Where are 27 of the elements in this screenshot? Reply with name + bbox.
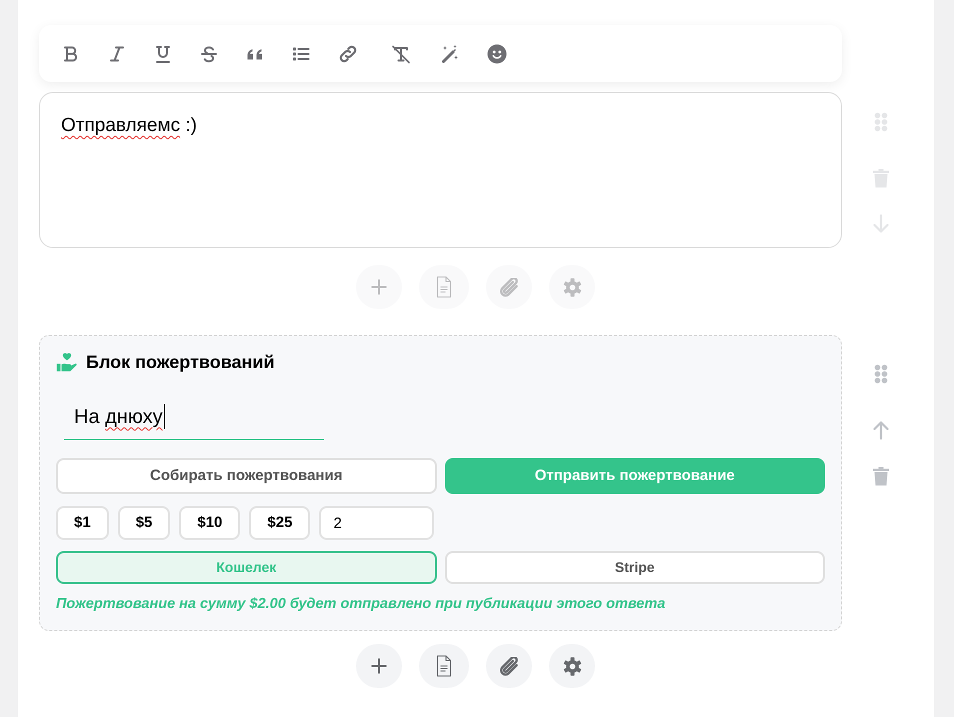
- add-block-button[interactable]: [356, 644, 402, 688]
- block-title: Блок пожертвований: [86, 351, 275, 373]
- payment-method-button[interactable]: Stripe: [444, 551, 825, 584]
- drag-handle-icon[interactable]: [874, 112, 888, 132]
- italic-icon[interactable]: [107, 44, 127, 64]
- donation-note: Пожертвование на сумму $2.00 будет отправлено при публикации этого ответа: [56, 595, 666, 613]
- magic-wand-icon[interactable]: [440, 44, 460, 64]
- mode-button[interactable]: Собирать пожертвования: [56, 458, 436, 494]
- text-input[interactable]: На днюху: [64, 394, 324, 440]
- document-button[interactable]: [419, 644, 469, 688]
- amount-button[interactable]: $5: [118, 506, 170, 540]
- text-cursor: [164, 404, 165, 429]
- amount-button[interactable]: $25: [249, 506, 310, 540]
- amount-input[interactable]: 2: [319, 506, 434, 540]
- text-editor[interactable]: Отправляемс :): [39, 92, 842, 248]
- link-icon[interactable]: [337, 44, 359, 64]
- drag-handle-icon[interactable]: [874, 364, 888, 384]
- attach-button[interactable]: [486, 644, 532, 688]
- editor-text: Отправляемс :): [61, 114, 198, 138]
- smiley-icon[interactable]: [487, 44, 507, 64]
- amount-button[interactable]: $10: [179, 506, 240, 540]
- underline-icon[interactable]: [153, 44, 173, 64]
- hand-heart-icon: [56, 352, 78, 372]
- clear-format-icon[interactable]: [390, 44, 412, 64]
- amount-button[interactable]: $1: [56, 506, 109, 540]
- strikethrough-icon[interactable]: [199, 44, 219, 64]
- settings-button[interactable]: [549, 644, 595, 688]
